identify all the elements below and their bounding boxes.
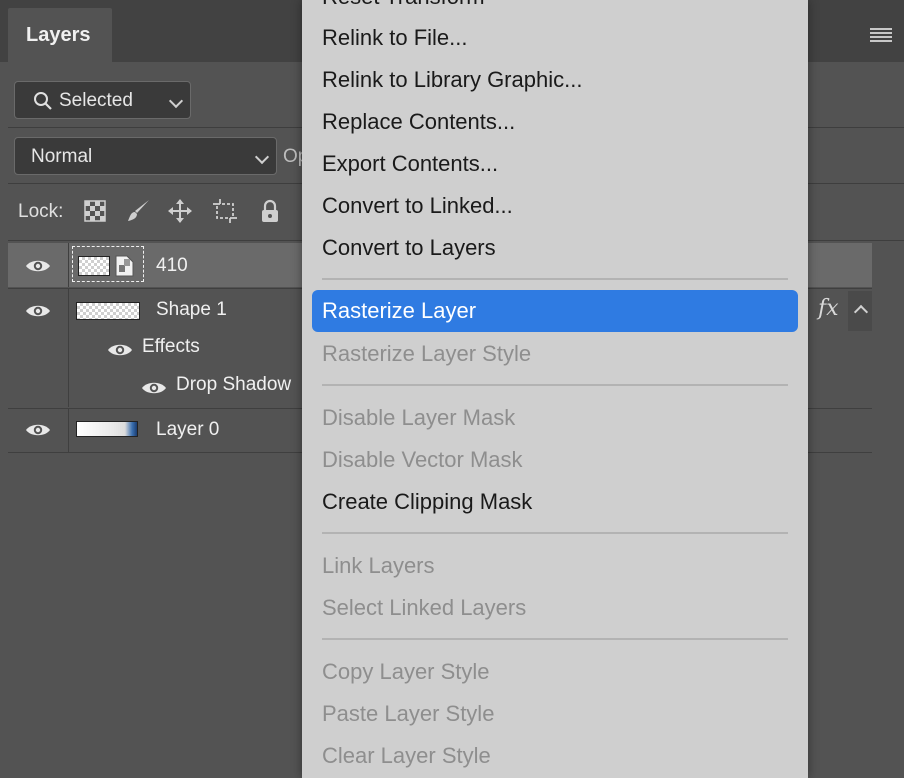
menu-item-create-clipping-mask[interactable]: Create Clipping Mask [322, 481, 532, 523]
panel-menu-icon[interactable] [870, 28, 892, 42]
lock-all-icon[interactable] [257, 198, 283, 224]
chevron-down-icon [254, 149, 270, 165]
effects-label: Effects [142, 336, 200, 357]
lock-image-pixels-icon[interactable] [125, 198, 151, 224]
menu-item-select-linked-layers[interactable]: Select Linked Layers [322, 587, 526, 629]
collapse-effects-button[interactable] [848, 291, 872, 331]
menu-item-link-layers[interactable]: Link Layers [322, 545, 435, 587]
lock-artboard-icon[interactable] [212, 198, 238, 224]
menu-item-copy-layer-style[interactable]: Copy Layer Style [322, 651, 490, 693]
eye-icon[interactable] [25, 303, 51, 319]
menu-item-relink-to-library-graphic[interactable]: Relink to Library Graphic... [322, 59, 582, 101]
layer-filter-select[interactable]: Selected [14, 81, 191, 119]
layer-name: Layer 0 [156, 419, 220, 440]
menu-separator [322, 278, 788, 280]
lock-position-icon[interactable] [167, 198, 193, 224]
menu-item-rasterize-layer-style[interactable]: Rasterize Layer Style [322, 333, 531, 375]
menu-item-convert-to-layers[interactable]: Convert to Layers [322, 227, 496, 269]
layer-name: 410 [156, 255, 188, 276]
menu-item-rasterize-layer[interactable]: Rasterize Layer [312, 290, 798, 332]
menu-item-replace-contents[interactable]: Replace Contents... [322, 101, 515, 143]
menu-item-paste-layer-style[interactable]: Paste Layer Style [322, 693, 494, 735]
menu-item-convert-to-linked[interactable]: Convert to Linked... [322, 185, 513, 227]
menu-item-relink-to-file[interactable]: Relink to File... [322, 17, 468, 59]
eye-icon[interactable] [25, 422, 51, 438]
menu-item-disable-vector-mask[interactable]: Disable Vector Mask [322, 439, 523, 481]
layer-thumbnail [76, 302, 140, 320]
menu-separator [322, 532, 788, 534]
menu-item-clear-layer-style[interactable]: Clear Layer Style [322, 735, 491, 777]
eye-icon[interactable] [25, 258, 51, 274]
fx-icon: fx [818, 296, 839, 321]
eye-icon[interactable] [107, 342, 133, 358]
search-icon [34, 92, 52, 110]
context-menu: Reset Transform Relink to File... Relink… [302, 0, 808, 778]
menu-item-disable-layer-mask[interactable]: Disable Layer Mask [322, 397, 515, 439]
lock-label: Lock: [18, 201, 64, 222]
eye-icon[interactable] [141, 380, 167, 396]
layer-thumbnail [76, 421, 138, 437]
effect-item-drop-shadow: Drop Shadow [176, 374, 292, 395]
menu-separator [322, 638, 788, 640]
chevron-down-icon [168, 93, 184, 109]
layer-name: Shape 1 [156, 299, 227, 320]
tab-layers[interactable]: Layers [8, 8, 112, 62]
chevron-up-icon [853, 304, 869, 320]
blend-mode-value: Normal [31, 146, 93, 167]
layer-thumbnail [78, 256, 110, 276]
filter-value: Selected [59, 90, 133, 111]
smart-object-icon [115, 255, 134, 277]
menu-separator [322, 384, 788, 386]
menu-item-reset-transform[interactable]: Reset Transform [322, 0, 485, 18]
blend-mode-select[interactable]: Normal [14, 137, 277, 175]
menu-item-export-contents[interactable]: Export Contents... [322, 143, 498, 185]
lock-transparent-pixels-icon[interactable] [82, 198, 108, 224]
